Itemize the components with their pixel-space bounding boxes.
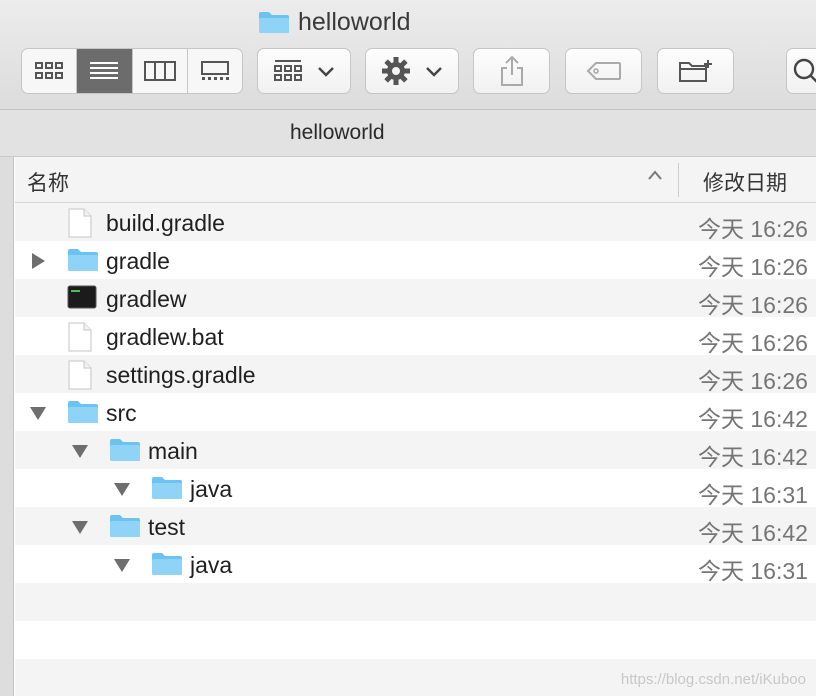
group-icon: [274, 60, 302, 81]
empty-row: [15, 583, 816, 621]
disclosure-collapsed-icon[interactable]: [29, 253, 47, 269]
document-icon: [67, 322, 93, 358]
document-icon: [67, 208, 93, 244]
chevron-down-icon: [426, 67, 442, 77]
grid-view-icon[interactable]: [22, 49, 78, 93]
file-modified-date: 今天 16:26: [698, 216, 808, 242]
folder-icon: [259, 12, 289, 33]
file-name[interactable]: main: [148, 438, 198, 465]
file-row[interactable]: java 今天 16:31: [15, 545, 816, 584]
new-folder-button[interactable]: [657, 48, 734, 94]
file-name[interactable]: gradlew.bat: [106, 324, 224, 351]
file-modified-date: 今天 16:26: [698, 330, 808, 356]
file-row[interactable]: gradle 今天 16:26: [15, 241, 816, 280]
share-button[interactable]: [473, 48, 550, 94]
sidebar-edge: [0, 157, 14, 696]
file-modified-date: 今天 16:42: [698, 444, 808, 470]
file-row[interactable]: gradlew.bat 今天 16:26: [15, 317, 816, 358]
file-modified-date: 今天 16:42: [698, 520, 808, 546]
tag-button[interactable]: [565, 48, 642, 94]
file-modified-date: 今天 16:26: [698, 368, 808, 394]
path-bar-title: helloworld: [290, 121, 385, 144]
file-name[interactable]: build.gradle: [106, 210, 225, 237]
list-view-icon[interactable]: [77, 49, 133, 93]
gear-icon: [382, 57, 410, 85]
file-row[interactable]: main 今天 16:42: [15, 431, 816, 470]
new-folder-icon: [678, 60, 712, 82]
file-name[interactable]: java: [190, 552, 232, 579]
search-button[interactable]: [786, 48, 816, 94]
terminal-icon: [67, 284, 97, 316]
window-title-text: helloworld: [298, 7, 411, 36]
toolbar: helloworld: [0, 0, 816, 110]
file-rows: build.gradle 今天 16:26 gradle 今天 16:26 gradle…: [15, 203, 816, 696]
file-row[interactable]: test 今天 16:42: [15, 507, 816, 546]
disclosure-expanded-icon[interactable]: [71, 519, 89, 535]
file-row[interactable]: gradlew 今天 16:26: [15, 279, 816, 318]
file-modified-date: 今天 16:26: [698, 254, 808, 280]
list-header: 名称 修改日期: [15, 157, 816, 203]
group-button[interactable]: [257, 48, 351, 94]
empty-row: [15, 621, 816, 659]
file-row[interactable]: java 今天 16:31: [15, 469, 816, 508]
path-bar: helloworld: [0, 110, 816, 157]
disclosure-expanded-icon[interactable]: [113, 481, 131, 497]
file-name[interactable]: java: [190, 476, 232, 503]
folder-icon: [109, 436, 141, 468]
folder-icon: [67, 398, 99, 430]
document-icon: [67, 360, 93, 396]
gallery-view-icon[interactable]: [188, 49, 242, 93]
share-icon: [500, 55, 523, 86]
file-name[interactable]: gradle: [106, 248, 170, 275]
sort-ascending-icon[interactable]: [647, 169, 663, 181]
file-modified-date: 今天 16:31: [698, 558, 808, 584]
disclosure-expanded-icon[interactable]: [113, 557, 131, 573]
file-modified-date: 今天 16:42: [698, 406, 808, 432]
file-name[interactable]: test: [148, 514, 185, 541]
folder-icon: [109, 512, 141, 544]
file-name[interactable]: gradlew: [106, 286, 187, 313]
column-divider[interactable]: [678, 163, 679, 197]
disclosure-expanded-icon[interactable]: [71, 443, 89, 459]
file-modified-date: 今天 16:31: [698, 482, 808, 508]
file-row[interactable]: build.gradle 今天 16:26: [15, 203, 816, 244]
search-icon: [793, 58, 816, 83]
disclosure-expanded-icon[interactable]: [29, 405, 47, 421]
chevron-down-icon: [318, 67, 334, 77]
folder-icon: [67, 246, 99, 278]
file-name[interactable]: settings.gradle: [106, 362, 256, 389]
view-mode-segmented-control[interactable]: [21, 48, 243, 94]
action-button[interactable]: [365, 48, 459, 94]
column-header-name[interactable]: 名称: [27, 167, 69, 197]
file-modified-date: 今天 16:26: [698, 292, 808, 318]
column-header-modified[interactable]: 修改日期: [703, 167, 787, 197]
tag-icon: [586, 62, 621, 80]
folder-icon: [151, 550, 183, 582]
folder-icon: [151, 474, 183, 506]
file-name[interactable]: src: [106, 400, 137, 427]
window-title: helloworld: [258, 6, 411, 38]
file-row[interactable]: settings.gradle 今天 16:26: [15, 355, 816, 396]
watermark: https://blog.csdn.net/iKuboo: [620, 671, 806, 688]
column-view-icon[interactable]: [133, 49, 188, 93]
file-list: 名称 修改日期 build.gradle 今天 16:26 gradle 今天 16:…: [15, 157, 816, 696]
file-row[interactable]: src 今天 16:42: [15, 393, 816, 432]
